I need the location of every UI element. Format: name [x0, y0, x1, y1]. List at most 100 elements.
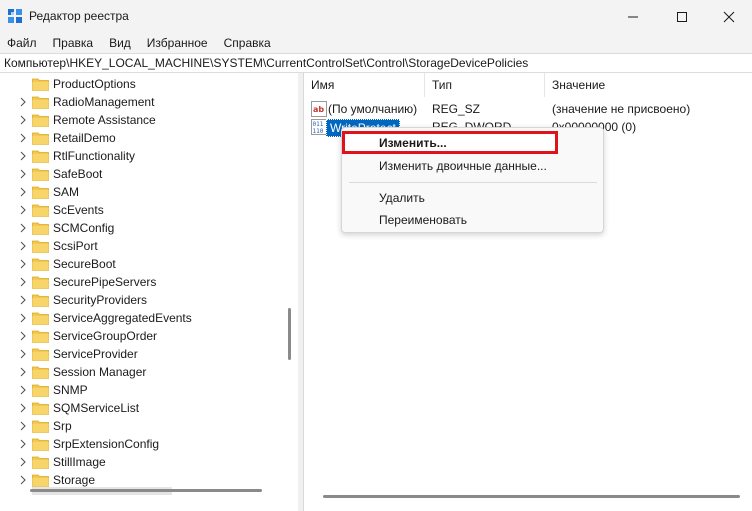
tree-item[interactable]: SQMServiceList	[0, 399, 285, 417]
tree-item[interactable]: SrpExtensionConfig	[0, 435, 285, 453]
folder-icon	[32, 240, 49, 253]
highlight-frame	[342, 131, 558, 154]
folder-icon	[32, 294, 49, 307]
value-type: REG_SZ	[432, 102, 481, 116]
column-header-name[interactable]: Имя	[304, 73, 425, 97]
folder-icon	[32, 402, 49, 415]
tree-item[interactable]: ServiceGroupOrder	[0, 327, 285, 345]
tree-item-label: ServiceProvider	[53, 347, 138, 361]
tree-item-label: ScsiPort	[53, 239, 98, 253]
tree-item-label: ProductOptions	[53, 77, 136, 91]
string-value-icon: ab	[311, 101, 327, 117]
chevron-right-icon[interactable]	[18, 258, 28, 270]
tree-item-label: SNMP	[53, 383, 88, 397]
chevron-right-icon[interactable]	[18, 222, 28, 234]
menu-favorites[interactable]: Избранное	[146, 34, 209, 52]
menu-edit[interactable]: Правка	[52, 34, 95, 52]
menu-file[interactable]: Файл	[6, 34, 38, 52]
tree-item[interactable]: ScsiPort	[0, 237, 285, 255]
folder-icon	[32, 312, 49, 325]
close-button[interactable]	[706, 0, 752, 33]
tree-vertical-scroll-thumb[interactable]	[288, 308, 291, 360]
context-menu-delete[interactable]: Удалить	[379, 191, 425, 205]
folder-icon	[32, 204, 49, 217]
key-tree[interactable]: ProductOptions RadioManagement Remote Assi…	[0, 73, 298, 511]
context-menu-modify-label[interactable]: Изменить...	[379, 136, 447, 150]
tree-item-label: SQMServiceList	[53, 401, 140, 415]
minimize-button[interactable]	[610, 0, 656, 33]
tree-item[interactable]: StillImage	[0, 453, 285, 471]
tree-item[interactable]: SCMConfig	[0, 219, 285, 237]
tree-item[interactable]: SafeBoot	[0, 165, 285, 183]
chevron-right-icon[interactable]	[18, 438, 28, 450]
folder-icon	[32, 114, 49, 127]
tree-item-label: ServiceAggregatedEvents	[53, 311, 192, 325]
tree-item[interactable]: ProductOptions	[0, 75, 285, 93]
chevron-right-icon[interactable]	[18, 330, 28, 342]
address-bar[interactable]: Компьютер\HKEY_LOCAL_MACHINE\SYSTEM\Curr…	[0, 53, 752, 73]
chevron-right-icon[interactable]	[18, 474, 28, 486]
folder-icon	[32, 420, 49, 433]
folder-icon	[32, 222, 49, 235]
close-icon	[723, 11, 735, 22]
chevron-right-icon[interactable]	[18, 366, 28, 378]
folder-icon	[32, 78, 49, 91]
chevron-right-icon[interactable]	[18, 384, 28, 396]
minimize-icon	[628, 16, 638, 17]
menu-view[interactable]: Вид	[108, 34, 132, 52]
chevron-right-icon[interactable]	[18, 456, 28, 468]
chevron-right-icon[interactable]	[18, 186, 28, 198]
value-row[interactable]: ab (По умолчанию) REG_SZ (значение не пр…	[304, 100, 752, 118]
tree-item[interactable]: RtlFunctionality	[0, 147, 285, 165]
maximize-icon	[677, 11, 687, 22]
svg-text:110: 110	[313, 128, 324, 135]
tree-horizontal-scroll-thumb[interactable]	[30, 489, 262, 492]
tree-item-label: Session Manager	[53, 365, 147, 379]
value-data: (значение не присвоено)	[552, 102, 691, 116]
tree-item[interactable]: ServiceProvider	[0, 345, 285, 363]
chevron-right-icon[interactable]	[18, 294, 28, 306]
context-menu-rename[interactable]: Переименовать	[379, 213, 467, 227]
folder-icon	[32, 276, 49, 289]
tree-item[interactable]: SecurityProviders	[0, 291, 285, 309]
tree-item[interactable]: ScEvents	[0, 201, 285, 219]
tree-item[interactable]: SAM	[0, 183, 285, 201]
tree-item[interactable]: Session Manager	[0, 363, 285, 381]
tree-item-label: StillImage	[53, 455, 106, 469]
tree-item[interactable]: RetailDemo	[0, 129, 285, 147]
tree-item[interactable]: SNMP	[0, 381, 285, 399]
column-header-type[interactable]: Тип	[425, 73, 545, 97]
dword-value-icon: 011 110	[311, 119, 327, 135]
column-header-data[interactable]: Значение	[545, 73, 752, 97]
tree-item[interactable]: SecureBoot	[0, 255, 285, 273]
menu-help[interactable]: Справка	[223, 34, 272, 52]
tree-item[interactable]: RadioManagement	[0, 93, 285, 111]
maximize-button[interactable]	[659, 0, 705, 33]
chevron-right-icon[interactable]	[18, 168, 28, 180]
chevron-right-icon[interactable]	[18, 312, 28, 324]
tree-item[interactable]: SecurePipeServers	[0, 273, 285, 291]
chevron-right-icon[interactable]	[18, 420, 28, 432]
chevron-right-icon[interactable]	[18, 132, 28, 144]
chevron-right-icon[interactable]	[18, 348, 28, 360]
chevron-right-icon[interactable]	[18, 96, 28, 108]
tree-item[interactable]: Remote Assistance	[0, 111, 285, 129]
tree-item[interactable]: Srp	[0, 417, 285, 435]
folder-icon	[32, 258, 49, 271]
context-menu-separator	[349, 182, 597, 183]
tree-item-label: RetailDemo	[53, 131, 116, 145]
context-menu-modify-binary[interactable]: Изменить двоичные данные...	[379, 159, 547, 173]
folder-icon	[32, 438, 49, 451]
chevron-right-icon[interactable]	[18, 204, 28, 216]
chevron-right-icon[interactable]	[18, 276, 28, 288]
registry-editor-icon	[8, 9, 22, 23]
tree-item[interactable]: ServiceAggregatedEvents	[0, 309, 285, 327]
svg-text:011: 011	[313, 121, 324, 128]
tree-vertical-scrollbar[interactable]	[285, 73, 293, 503]
list-horizontal-scroll-thumb[interactable]	[323, 495, 740, 498]
chevron-right-icon[interactable]	[18, 402, 28, 414]
tree-item-label: SecureBoot	[53, 257, 116, 271]
chevron-right-icon[interactable]	[18, 114, 28, 126]
chevron-right-icon[interactable]	[18, 150, 28, 162]
chevron-right-icon[interactable]	[18, 240, 28, 252]
